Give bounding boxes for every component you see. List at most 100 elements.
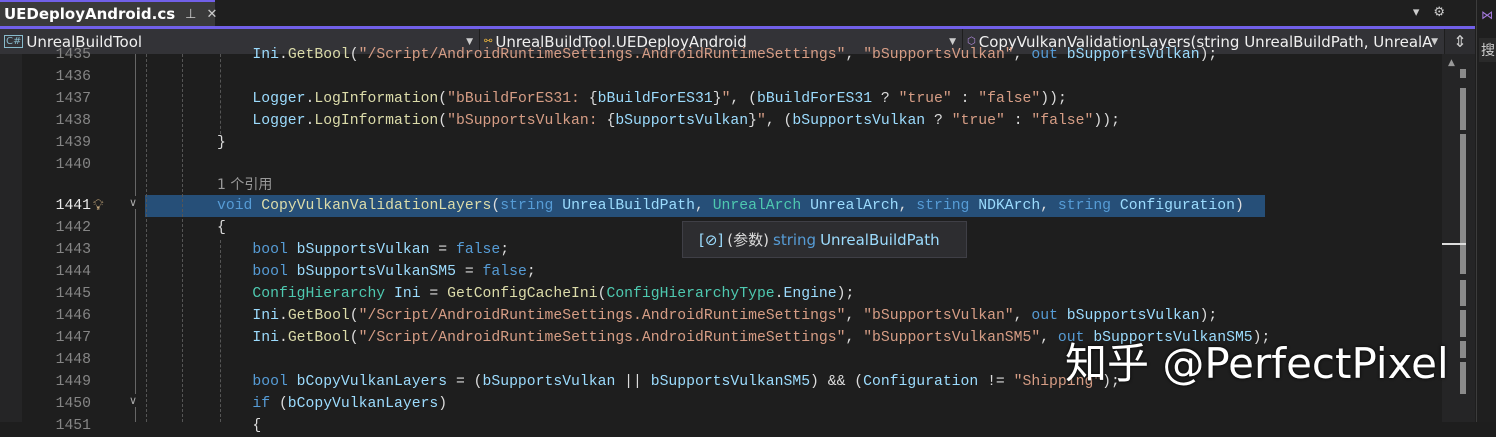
code-text: bool bSupportsVulkan = false; <box>252 239 509 261</box>
code-token: ) <box>438 396 448 412</box>
code-token: ( <box>491 198 501 214</box>
code-token: : <box>951 91 979 107</box>
code-token: = <box>455 264 483 280</box>
line-number: 1439 <box>55 135 91 151</box>
code-token: "bSupportsVulkan" <box>863 47 1014 63</box>
code-token: bSupportsVulkanSM5 <box>650 374 811 390</box>
code-text: Logger.LogInformation("bBuildForES31: {b… <box>252 88 1066 110</box>
code-token: out <box>1031 308 1058 324</box>
tooltip-prefix: (参数) <box>727 231 769 249</box>
code-token: false <box>455 242 501 258</box>
code-token: , <box>695 198 713 214</box>
code-token: ); <box>836 286 855 302</box>
code-token: )); <box>1093 113 1120 129</box>
code-token: Engine <box>783 286 837 302</box>
line-number: 1448 <box>55 352 91 368</box>
code-text: { <box>217 217 226 239</box>
right-side-panel: ⋈ 搜 <box>1476 0 1496 422</box>
code-token: ) <box>1234 198 1244 214</box>
code-token: } <box>712 91 722 107</box>
code-token: string <box>1057 198 1112 214</box>
code-token: . <box>278 330 288 346</box>
code-token: ConfigHierarchyType <box>606 286 775 302</box>
code-text: Logger.LogInformation("bSupportsVulkan: … <box>252 110 1120 132</box>
tab-list-dropdown-icon[interactable]: ▾ <box>1413 5 1420 20</box>
code-token: } <box>217 135 226 151</box>
parameter-quickinfo-tooltip: [⊘] (参数) string UnrealBuildPath <box>682 221 967 258</box>
collapse-chevron-icon[interactable]: ∨ <box>129 394 138 407</box>
code-text: Ini.GetBool("/Script/AndroidRuntimeSetti… <box>252 44 1217 66</box>
code-token: ( <box>349 308 359 324</box>
code-line: 1451 { <box>0 415 1442 437</box>
code-text: bool bSupportsVulkanSM5 = false; <box>252 261 535 283</box>
code-token: "bBuildForES31: <box>447 91 589 107</box>
codelens-references[interactable]: 1 个引用 <box>217 174 272 194</box>
code-token: Logger <box>252 113 306 129</box>
code-token: ) && ( <box>810 374 864 390</box>
code-text: Ini.GetBool("/Script/AndroidRuntimeSetti… <box>252 305 1217 327</box>
code-token: "true" <box>898 91 952 107</box>
code-line: 1440 <box>0 154 1442 176</box>
code-token: bSupportsVulkan <box>792 113 926 129</box>
scroll-up-icon[interactable]: ▲ <box>1448 58 1455 68</box>
code-token: UnrealArch <box>712 198 802 214</box>
code-token: , <box>898 198 917 214</box>
pin-icon[interactable]: ⊥ <box>185 7 196 22</box>
code-token: . <box>774 286 784 302</box>
code-text: { <box>252 415 261 437</box>
code-token: LogInformation <box>314 91 439 107</box>
code-token: { <box>252 418 262 434</box>
code-token: GetBool <box>287 308 350 324</box>
code-token: "bSupportsVulkan: <box>447 113 607 129</box>
code-token: bBuildForES31 <box>756 91 873 107</box>
line-number: 1450 <box>55 396 91 412</box>
line-number: 1442 <box>55 220 91 236</box>
code-token: "true" <box>951 113 1005 129</box>
visual-studio-icon: ⋈ <box>1481 8 1493 22</box>
code-token: bSupportsVulkan <box>1057 308 1200 324</box>
code-token: Logger <box>252 91 306 107</box>
code-token: bCopyVulkanLayers <box>287 396 439 412</box>
code-token: ; <box>526 264 536 280</box>
code-token: , <box>1040 198 1058 214</box>
code-token: string <box>500 198 554 214</box>
split-editor-button[interactable]: ⇕ <box>1445 29 1475 54</box>
code-token: void <box>217 198 253 214</box>
code-token: ( <box>438 91 448 107</box>
code-line: 1450 if (bCopyVulkanLayers) <box>0 393 1442 415</box>
code-token: "/Script/AndroidRuntimeSettings.AndroidR… <box>358 330 846 346</box>
search-label[interactable]: 搜 <box>1479 38 1496 62</box>
code-token: , <box>845 308 864 324</box>
code-line: 1446 Ini.GetBool("/Script/AndroidRuntimeS… <box>0 305 1442 327</box>
code-token: ( <box>349 47 359 63</box>
code-token: UnrealArch <box>801 198 899 214</box>
code-token: GetBool <box>287 47 350 63</box>
line-number: 1445 <box>55 286 91 302</box>
code-token: CopyVulkanValidationLayers <box>261 198 492 214</box>
code-token: bool <box>252 242 288 258</box>
lightbulb-icon[interactable]: 💡︎ <box>93 196 104 214</box>
code-token: Ini <box>385 286 421 302</box>
code-token: NDKArch <box>969 198 1041 214</box>
code-token: bSupportsVulkan <box>287 242 430 258</box>
code-token: = <box>420 286 448 302</box>
line-number: 1437 <box>55 91 91 107</box>
code-text: void CopyVulkanValidationLayers(string U… <box>217 195 1244 217</box>
code-line: 1439} <box>0 132 1442 154</box>
tab-uedeployandroid[interactable]: UEDeployAndroid.cs ⊥ ✕ <box>0 0 217 26</box>
code-token: . <box>278 308 288 324</box>
collapse-chevron-icon[interactable]: ∨ <box>129 196 138 209</box>
close-icon[interactable]: ✕ <box>206 7 217 22</box>
code-token: "false" <box>978 91 1041 107</box>
parameter-icon: [⊘] <box>699 230 724 249</box>
gear-icon[interactable]: ⚙ <box>1433 5 1445 20</box>
code-token: "bSupportsVulkanSM5" <box>863 330 1041 346</box>
code-token: : <box>1004 113 1032 129</box>
code-token: , <box>845 47 864 63</box>
code-text: bool bCopyVulkanLayers = (bSupportsVulka… <box>252 371 1119 393</box>
code-token: . <box>278 47 288 63</box>
code-token: ? <box>872 91 899 107</box>
line-number: 1441 <box>55 198 91 214</box>
tooltip-type: string <box>773 230 817 249</box>
